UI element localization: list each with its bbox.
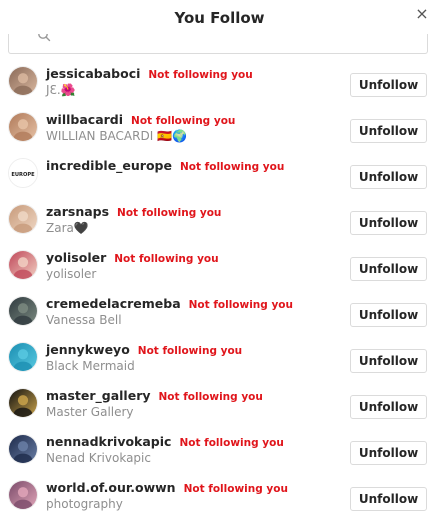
- username-link[interactable]: willbacardi: [46, 112, 123, 127]
- not-following-badge: Not following you: [183, 483, 288, 495]
- not-following-badge: Not following you: [117, 207, 222, 219]
- list-item: zarsnaps Not following you Zara🖤 Unfollow: [0, 198, 439, 244]
- username-link[interactable]: jennykweyo: [46, 342, 130, 357]
- unfollow-button[interactable]: Unfollow: [350, 73, 427, 97]
- user-info: incredible_europe Not following you: [46, 158, 339, 175]
- unfollow-button[interactable]: Unfollow: [350, 211, 427, 235]
- full-name: Vanessa Bell: [46, 313, 122, 327]
- avatar[interactable]: [8, 296, 38, 326]
- list-item: yolisoler Not following you yolisoler Unfol…: [0, 244, 439, 290]
- not-following-badge: Not following you: [179, 437, 284, 449]
- following-list: jessicababoci Not following you JƐ.🌺 Unfoll…: [0, 60, 439, 516]
- unfollow-button[interactable]: Unfollow: [350, 303, 427, 327]
- list-item: jennykweyo Not following you Black Mermaid…: [0, 336, 439, 382]
- not-following-badge: Not following you: [188, 299, 293, 311]
- list-item: willbacardi Not following you WILLIAN BACA…: [0, 106, 439, 152]
- user-info-line: jennykweyo Not following you: [46, 342, 339, 357]
- username-link[interactable]: nennadkrivokapic: [46, 434, 171, 449]
- not-following-badge: Not following you: [148, 69, 253, 81]
- user-info: world.of.our.owwn Not following you photog…: [46, 480, 339, 511]
- user-info: master_gallery Not following you Master Ga…: [46, 388, 339, 419]
- not-following-badge: Not following you: [179, 161, 285, 173]
- username-link[interactable]: world.of.our.owwn: [46, 480, 176, 495]
- unfollow-button[interactable]: Unfollow: [350, 441, 427, 465]
- user-info-line: yolisoler Not following you: [46, 250, 339, 265]
- user-info: yolisoler Not following you yolisoler: [46, 250, 339, 281]
- avatar[interactable]: [8, 112, 38, 142]
- dialog-header: You Follow ×: [0, 0, 439, 34]
- search-box[interactable]: [8, 34, 428, 54]
- full-name: JƐ.🌺: [46, 83, 76, 97]
- username-link[interactable]: jessicababoci: [46, 66, 140, 81]
- full-name: WILLIAN BACARDI 🇪🇸🌍: [46, 129, 187, 143]
- user-info: jessicababoci Not following you JƐ.🌺: [46, 66, 339, 97]
- avatar[interactable]: [8, 250, 38, 280]
- user-info-line: incredible_europe Not following you: [46, 158, 339, 173]
- list-item: world.of.our.owwn Not following you photog…: [0, 474, 439, 516]
- user-info: zarsnaps Not following you Zara🖤: [46, 204, 339, 235]
- list-item: cremedelacremeba Not following you Vanessa…: [0, 290, 439, 336]
- unfollow-button[interactable]: Unfollow: [350, 257, 427, 281]
- close-icon[interactable]: ×: [413, 5, 431, 23]
- full-name: Nenad Krivokapic: [46, 451, 151, 465]
- not-following-badge: Not following you: [158, 391, 263, 403]
- unfollow-button[interactable]: Unfollow: [350, 165, 427, 189]
- user-info: cremedelacremeba Not following you Vanessa…: [46, 296, 339, 327]
- avatar[interactable]: EUROPE: [8, 158, 38, 188]
- you-follow-dialog: You Follow × jessicababoci Not following …: [0, 0, 439, 516]
- unfollow-button[interactable]: Unfollow: [350, 349, 427, 373]
- username-link[interactable]: incredible_europe: [46, 158, 172, 173]
- user-info-line: master_gallery Not following you: [46, 388, 339, 403]
- list-item: EUROPE incredible_europe Not following you…: [0, 152, 439, 198]
- user-info-line: nennadkrivokapic Not following you: [46, 434, 339, 449]
- not-following-badge: Not following you: [114, 253, 219, 265]
- user-info-line: willbacardi Not following you: [46, 112, 339, 127]
- user-info: nennadkrivokapic Not following you Nenad K…: [46, 434, 339, 465]
- user-info-line: zarsnaps Not following you: [46, 204, 339, 219]
- user-info: willbacardi Not following you WILLIAN BACA…: [46, 112, 339, 143]
- avatar[interactable]: [8, 204, 38, 234]
- not-following-badge: Not following you: [137, 345, 243, 357]
- avatar[interactable]: [8, 342, 38, 372]
- full-name: yolisoler: [46, 267, 97, 281]
- avatar[interactable]: [8, 388, 38, 418]
- user-info-line: jessicababoci Not following you: [46, 66, 339, 81]
- search-input[interactable]: [9, 34, 427, 53]
- avatar[interactable]: [8, 66, 38, 96]
- full-name: Master Gallery: [46, 405, 134, 419]
- user-info: jennykweyo Not following you Black Mermaid: [46, 342, 339, 373]
- full-name: photography: [46, 497, 123, 511]
- list-item: jessicababoci Not following you JƐ.🌺 Unfoll…: [0, 60, 439, 106]
- user-info-line: world.of.our.owwn Not following you: [46, 480, 339, 495]
- username-link[interactable]: zarsnaps: [46, 204, 109, 219]
- dialog-title: You Follow: [174, 9, 265, 27]
- username-link[interactable]: cremedelacremeba: [46, 296, 181, 311]
- avatar[interactable]: [8, 434, 38, 464]
- unfollow-button[interactable]: Unfollow: [350, 395, 427, 419]
- full-name: Black Mermaid: [46, 359, 135, 373]
- svg-text:EUROPE: EUROPE: [11, 172, 35, 178]
- user-info-line: cremedelacremeba Not following you: [46, 296, 339, 311]
- not-following-badge: Not following you: [131, 115, 236, 127]
- avatar[interactable]: [8, 480, 38, 510]
- list-item: master_gallery Not following you Master Ga…: [0, 382, 439, 428]
- unfollow-button[interactable]: Unfollow: [350, 487, 427, 511]
- unfollow-button[interactable]: Unfollow: [350, 119, 427, 143]
- username-link[interactable]: master_gallery: [46, 388, 151, 403]
- full-name: Zara🖤: [46, 221, 89, 235]
- list-item: nennadkrivokapic Not following you Nenad K…: [0, 428, 439, 474]
- username-link[interactable]: yolisoler: [46, 250, 106, 265]
